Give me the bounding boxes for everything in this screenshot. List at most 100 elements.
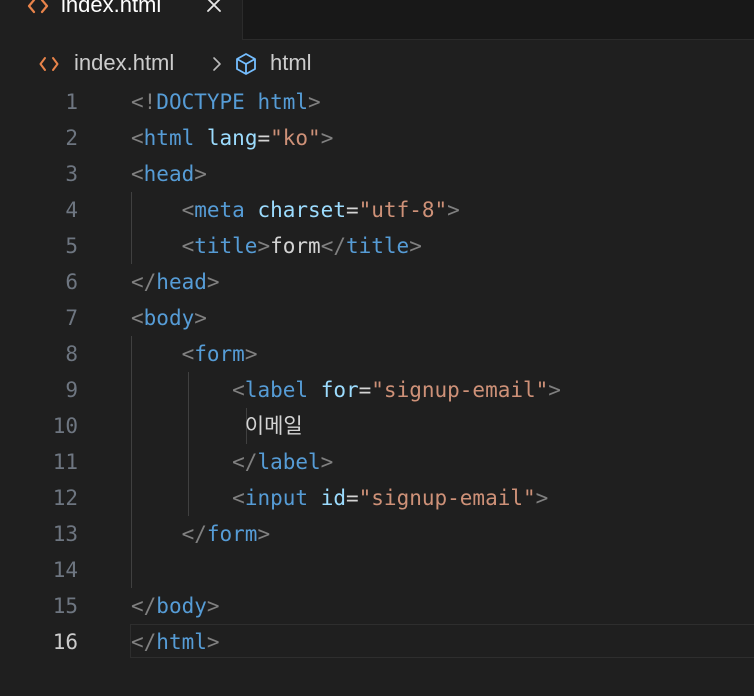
code-text: <form> [131, 336, 258, 372]
code-token: > [194, 162, 207, 186]
line-number: 9 [65, 378, 78, 402]
code-token: < [181, 198, 195, 222]
code-token: > [308, 90, 321, 114]
code-token: form [206, 522, 258, 546]
code-token: <! [131, 90, 157, 114]
code-token: = [345, 198, 359, 222]
close-icon[interactable] [205, 0, 223, 14]
code-token: label [244, 378, 309, 402]
tab-index-html[interactable]: index.html [0, 0, 243, 40]
code-token: > [206, 594, 220, 618]
code-line[interactable]: 9 <label for="signup-email"> [0, 372, 754, 408]
code-token: < [232, 378, 245, 402]
code-text: <input id="signup-email"> [131, 480, 548, 516]
code-token: "utf-8" [358, 198, 448, 222]
code-token: meta [194, 198, 245, 222]
code-line[interactable]: 16 </html> [0, 624, 754, 660]
code-token: "signup-email" [371, 378, 549, 402]
line-number: 10 [52, 414, 78, 438]
code-token: DOCTYPE [156, 90, 245, 114]
code-token: html [257, 90, 309, 114]
line-number: 3 [65, 162, 78, 186]
code-token: id [320, 486, 346, 510]
code-token: = [257, 126, 271, 150]
code-editor[interactable]: 1 <!DOCTYPE html> 2 <html lang="ko"> 3 <head>… [0, 84, 754, 696]
code-token: > [206, 630, 220, 654]
code-line[interactable]: 2 <html lang="ko"> [0, 120, 754, 156]
line-number: 12 [52, 486, 78, 510]
chevron-right-icon [213, 57, 221, 71]
code-line[interactable]: 3 <head> [0, 156, 754, 192]
code-text: <label for="signup-email"> [131, 372, 561, 408]
code-token: > [257, 234, 271, 258]
code-line[interactable]: 14 [0, 552, 754, 588]
code-line[interactable]: 1 <!DOCTYPE html> [0, 84, 754, 120]
line-number: 5 [65, 234, 78, 258]
line-number: 2 [65, 126, 78, 150]
code-token: form [270, 234, 321, 258]
code-token: </ [131, 630, 157, 654]
code-line[interactable]: 12 <input id="signup-email"> [0, 480, 754, 516]
line-number: 11 [52, 450, 78, 474]
code-text: <title>form</title> [131, 228, 422, 264]
code-line[interactable]: 15 </body> [0, 588, 754, 624]
code-line[interactable]: 11 </label> [0, 444, 754, 480]
line-number: 13 [52, 522, 78, 546]
code-line[interactable]: 10 이메일 [0, 408, 754, 444]
line-number: 1 [65, 90, 78, 114]
code-token: input [244, 486, 309, 510]
line-number: 4 [65, 198, 78, 222]
code-token: > [320, 450, 334, 474]
code-token: > [535, 486, 549, 510]
code-token: </ [320, 234, 346, 258]
line-number: 8 [65, 342, 78, 366]
code-line[interactable]: 13 </form> [0, 516, 754, 552]
code-line[interactable]: 4 <meta charset="utf-8"> [0, 192, 754, 228]
code-line[interactable]: 8 <form> [0, 336, 754, 372]
line-number: 16 [52, 630, 78, 654]
code-text: 이메일 [131, 408, 303, 444]
breadcrumb-file[interactable]: index.html [74, 50, 174, 76]
code-file-icon [39, 57, 59, 71]
code-token: > [206, 270, 220, 294]
cube-icon [236, 53, 256, 75]
breadcrumb-symbol[interactable]: html [270, 50, 312, 76]
code-token: form [194, 342, 245, 366]
code-text: </label> [131, 444, 333, 480]
code-line[interactable]: 6 </head> [0, 264, 754, 300]
code-text: <meta charset="utf-8"> [131, 192, 460, 228]
code-token: </ [232, 450, 258, 474]
code-token: title [345, 234, 410, 258]
code-token: lang [206, 126, 258, 150]
code-line[interactable]: 7 <body> [0, 300, 754, 336]
code-text: </html> [131, 624, 220, 660]
code-token: body [156, 594, 207, 618]
code-token: charset [257, 198, 346, 222]
code-token: head [143, 162, 195, 186]
code-text: </body> [131, 588, 220, 624]
code-token: 이메일 [244, 414, 303, 438]
tab-label: index.html [61, 0, 162, 17]
code-token: head [156, 270, 207, 294]
code-token: </ [181, 522, 207, 546]
code-token: html [156, 630, 207, 654]
code-token: for [320, 378, 359, 402]
code-token: "signup-email" [358, 486, 536, 510]
code-token: label [257, 450, 321, 474]
code-line[interactable]: 5 <title>form</title> [0, 228, 754, 264]
tab-bar: index.html [0, 0, 754, 40]
code-token: </ [131, 594, 157, 618]
code-token: "ko" [270, 126, 321, 150]
